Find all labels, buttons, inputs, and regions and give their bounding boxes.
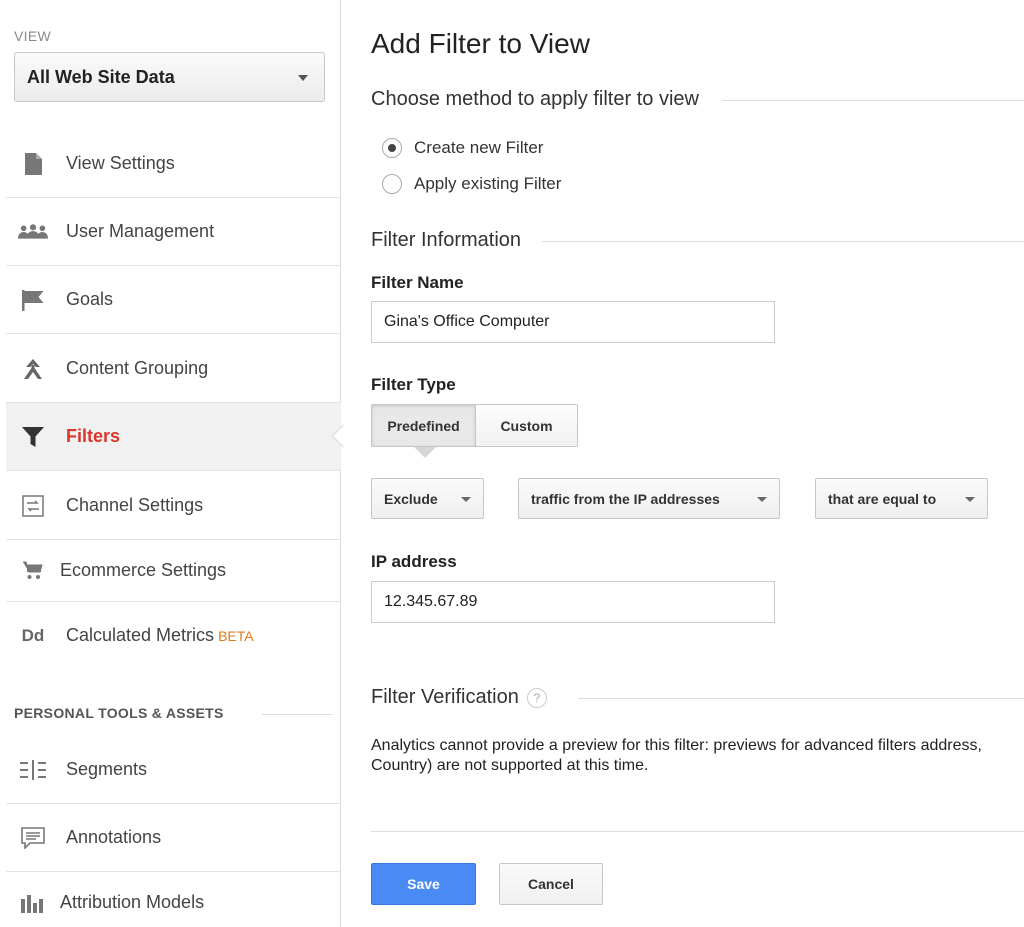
sidebar-item-segments[interactable]: Segments [6, 736, 341, 804]
view-selector-value: All Web Site Data [27, 66, 175, 87]
filter-expression-dropdown[interactable]: that are equal to [815, 478, 988, 519]
radio-label: Apply existing Filter [414, 174, 562, 193]
sidebar-item-filters[interactable]: Filters [6, 403, 355, 471]
section-heading-method: Choose method to apply filter to view [371, 88, 711, 111]
radio-apply-existing-filter[interactable]: Apply existing Filter [382, 174, 561, 194]
sidebar-item-label: View Settings [66, 153, 175, 173]
section-divider [542, 241, 1024, 242]
sidebar-item-ecommerce-settings[interactable]: Ecommerce Settings [6, 540, 341, 602]
save-button[interactable]: Save [371, 863, 476, 905]
segments-icon [18, 755, 48, 785]
tab-pointer [414, 447, 436, 458]
filter-action-dropdown[interactable]: Exclude [371, 478, 484, 519]
section-heading-filter-verification: Filter Verification? [371, 686, 559, 709]
sidebar-item-annotations[interactable]: Annotations [6, 804, 341, 872]
section-divider [578, 698, 1024, 699]
sidebar-item-content-grouping[interactable]: Content Grouping [6, 334, 341, 403]
sidebar-item-label: Segments [66, 759, 148, 779]
chevron-down-icon [965, 497, 975, 502]
page-title: Add Filter to View [371, 28, 590, 59]
cancel-button[interactable]: Cancel [499, 863, 603, 905]
cart-icon [18, 556, 48, 586]
sidebar-item-label: Ecommerce Settings [60, 560, 227, 580]
filter-name-label: Filter Name [371, 273, 464, 292]
ip-address-input[interactable] [371, 581, 775, 623]
verification-message: Analytics cannot provide a preview for t… [371, 737, 982, 774]
radio-button[interactable] [382, 174, 402, 194]
sidebar-item-label: Attribution Models [60, 892, 205, 912]
channel-settings-icon [18, 491, 48, 521]
section-divider [722, 100, 1024, 101]
dropdown-value: that are equal to [828, 490, 937, 507]
sidebar-item-label: Channel Settings [66, 495, 204, 515]
help-icon[interactable]: ? [526, 687, 547, 708]
section-heading-text: Filter Verification [371, 686, 519, 708]
filter-icon [18, 422, 48, 452]
dropdown-value: Exclude [384, 490, 438, 507]
sidebar-item-label: Annotations [66, 827, 162, 847]
section-heading-filter-information: Filter Information [371, 229, 534, 252]
section-divider [262, 714, 332, 715]
ip-address-label: IP address [371, 552, 457, 571]
chevron-down-icon [757, 497, 767, 502]
dropdown-value: traffic from the IP addresses [531, 490, 720, 507]
users-icon [18, 217, 48, 247]
main-panel: Add Filter to View Choose method to appl… [342, 0, 1024, 927]
tab-custom[interactable]: Custom [476, 405, 577, 446]
filter-source-dropdown[interactable]: traffic from the IP addresses [518, 478, 780, 519]
flag-icon [18, 285, 48, 315]
sidebar-item-calculated-metrics[interactable]: Dd Calculated Metrics BETA [6, 602, 341, 670]
section-heading-personal-tools: PERSONAL TOOLS & ASSETS [14, 705, 224, 721]
sidebar-item-goals[interactable]: Goals [6, 266, 341, 334]
filter-type-toggle: Predefined Custom [371, 404, 578, 447]
calculated-metrics-icon: Dd [21, 626, 45, 645]
sidebar-item-label: Calculated Metrics [66, 625, 215, 645]
radio-create-new-filter[interactable]: Create new Filter [382, 138, 543, 158]
document-icon [18, 149, 48, 179]
view-selector[interactable]: All Web Site Data [14, 52, 325, 102]
filter-name-input[interactable] [371, 301, 775, 343]
sidebar: VIEW All Web Site Data View Settings Use… [0, 0, 355, 927]
sidebar-item-label: Goals [66, 289, 114, 309]
sidebar-item-user-management[interactable]: User Management [6, 198, 341, 266]
sidebar-item-view-settings[interactable]: View Settings [6, 130, 341, 198]
radio-button[interactable] [382, 138, 402, 158]
footer-divider [371, 831, 1024, 832]
sidebar-item-attribution-models[interactable]: Attribution Models [6, 872, 341, 927]
filter-type-label: Filter Type [371, 375, 456, 394]
attribution-models-icon [18, 888, 48, 918]
sidebar-item-label: Content Grouping [66, 358, 209, 378]
beta-badge: BETA [218, 628, 254, 644]
sidebar-item-calculated-metrics-text: Calculated Metrics BETA [66, 625, 254, 646]
tab-predefined[interactable]: Predefined [372, 405, 476, 446]
sidebar-item-channel-settings[interactable]: Channel Settings [6, 471, 341, 540]
chevron-down-icon [461, 497, 471, 502]
view-label: VIEW [14, 28, 51, 44]
sidebar-item-label: Filters [66, 426, 121, 446]
content-grouping-icon [18, 354, 48, 384]
radio-label: Create new Filter [414, 138, 544, 157]
annotations-icon [18, 823, 48, 853]
chevron-down-icon [298, 75, 308, 81]
sidebar-item-label: User Management [66, 221, 215, 241]
